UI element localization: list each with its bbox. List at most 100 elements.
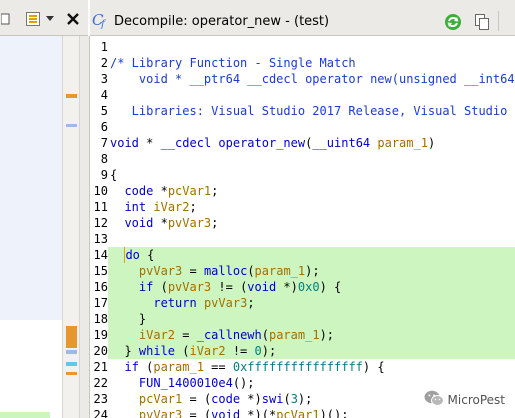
code-token[interactable]: ( — [139, 360, 153, 374]
code-line[interactable]: 12 void *pvVar3; — [90, 215, 515, 231]
code-token[interactable]: __cdecl — [161, 136, 212, 150]
close-icon[interactable] — [63, 8, 83, 30]
toolbar-overflow[interactable] — [498, 11, 515, 31]
code-token[interactable]: != ( — [211, 280, 247, 294]
code-token[interactable]: 3 — [291, 392, 298, 406]
code-token[interactable] — [197, 296, 204, 310]
code-token[interactable]: { — [140, 248, 154, 262]
code-token[interactable]: pvVar3 — [168, 216, 211, 230]
decompiler-code-view[interactable]: 1 2/* Library Function - Single Match 3 vo… — [90, 36, 515, 418]
code-token[interactable]: Libraries: Visual Studio 2017 Release, V… — [110, 104, 515, 118]
copy-icon[interactable] — [473, 11, 491, 33]
code-line[interactable]: 21 if (param_1 == 0xffffffffffffffff) { — [90, 359, 515, 375]
code-token[interactable]: 0xffffffffffffffff — [233, 360, 363, 374]
code-token[interactable]: * — [139, 136, 161, 150]
code-token[interactable]: ( — [262, 328, 269, 342]
code-line[interactable]: 22 FUN_1400010e4(); — [90, 375, 515, 391]
code-line[interactable]: 7 void * __cdecl operator_new(__uint64 pa… — [90, 135, 515, 151]
code-token[interactable] — [110, 296, 153, 310]
code-token[interactable]: } — [110, 312, 146, 326]
menu-icon[interactable] — [22, 8, 44, 30]
code-token[interactable]: ); — [320, 328, 334, 342]
code-token[interactable]: = — [175, 328, 197, 342]
code-line[interactable]: 5 Libraries: Visual Studio 2017 Release,… — [90, 103, 515, 119]
code-token[interactable]: if — [139, 280, 153, 294]
code-token[interactable] — [110, 328, 139, 342]
code-token[interactable]: * — [153, 184, 168, 198]
code-token[interactable]: swi — [262, 392, 284, 406]
code-token[interactable]: while — [139, 344, 175, 358]
code-token[interactable]: operator_new — [218, 136, 305, 150]
code-token[interactable]: pvVar3 — [168, 280, 211, 294]
code-token[interactable]: pvVar3 — [204, 296, 247, 310]
code-token[interactable]: iVar2 — [189, 344, 225, 358]
listing-overview-scrollbar[interactable] — [62, 36, 80, 418]
code-token[interactable]: * — [153, 216, 168, 230]
code-token[interactable]: } — [110, 344, 139, 358]
code-token[interactable]: ; — [247, 296, 254, 310]
code-token[interactable]: param_1 — [153, 360, 204, 374]
code-token[interactable]: { — [110, 168, 117, 182]
code-token[interactable]: ) { — [320, 280, 342, 294]
code-token[interactable]: void — [247, 280, 276, 294]
code-token[interactable]: code — [211, 392, 240, 406]
copy-icon[interactable] — [0, 8, 12, 30]
code-token[interactable]: pcVar1 — [168, 184, 211, 198]
code-token[interactable]: ) — [428, 136, 435, 150]
code-token[interactable] — [110, 248, 124, 262]
code-token[interactable]: ); — [305, 264, 319, 278]
code-line[interactable]: 15 pvVar3 = malloc(param_1); — [90, 263, 515, 279]
code-line[interactable]: 19 iVar2 = _callnewh(param_1); — [90, 327, 515, 343]
code-token[interactable]: ); — [298, 392, 312, 406]
code-token[interactable]: = ( — [182, 392, 211, 406]
code-line[interactable]: 16 if (pvVar3 != (void *)0x0) { — [90, 279, 515, 295]
code-token[interactable]: ( — [283, 392, 290, 406]
code-token[interactable] — [110, 408, 139, 418]
code-token[interactable]: void — [124, 216, 153, 230]
code-token[interactable] — [110, 392, 139, 406]
code-token[interactable]: return — [153, 296, 196, 310]
code-token[interactable]: param_1 — [255, 264, 306, 278]
code-line[interactable]: 18 } — [90, 311, 515, 327]
code-token[interactable]: pcVar1 — [276, 408, 319, 418]
code-line[interactable]: 20 } while (iVar2 != 0); — [90, 343, 515, 359]
code-token[interactable]: 0x0 — [298, 280, 320, 294]
code-token[interactable] — [110, 280, 139, 294]
code-token[interactable] — [110, 200, 124, 214]
code-token[interactable]: (); — [233, 376, 255, 390]
code-token[interactable]: *) — [276, 280, 297, 294]
code-token[interactable]: ; — [190, 200, 197, 214]
code-token[interactable]: pvVar3 — [139, 408, 182, 418]
code-line[interactable]: 9{ — [90, 167, 515, 183]
code-token[interactable]: malloc — [204, 264, 247, 278]
code-line[interactable]: 4 — [90, 87, 515, 103]
code-token[interactable]: pcVar1 — [139, 392, 182, 406]
code-token[interactable]: ; — [211, 216, 218, 230]
code-token[interactable]: != — [226, 344, 255, 358]
code-token[interactable]: _callnewh — [197, 328, 262, 342]
dropdown-icon[interactable] — [44, 8, 56, 30]
code-line[interactable]: 1 — [90, 39, 515, 55]
code-token[interactable]: ); — [262, 344, 276, 358]
code-line[interactable]: 6 — [90, 119, 515, 135]
code-line[interactable]: 10 code *pcVar1; — [90, 183, 515, 199]
code-token[interactable]: == — [204, 360, 233, 374]
code-line[interactable]: 3 void * __ptr64 __cdecl operator new(un… — [90, 71, 515, 87]
code-token[interactable]: int — [124, 200, 146, 214]
code-token[interactable]: code — [124, 184, 153, 198]
code-token[interactable]: = ( — [182, 408, 211, 418]
code-token[interactable]: *)(* — [240, 408, 276, 418]
panel-divider[interactable] — [80, 36, 90, 418]
code-line[interactable]: 8 — [90, 151, 515, 167]
code-token[interactable]: )(); — [320, 408, 349, 418]
code-token[interactable]: void — [211, 408, 240, 418]
code-token[interactable]: 0 — [255, 344, 262, 358]
code-token[interactable]: ( — [175, 344, 189, 358]
code-token[interactable] — [110, 216, 124, 230]
code-line[interactable]: 2/* Library Function - Single Match — [90, 55, 515, 71]
code-token[interactable] — [110, 360, 124, 374]
code-token[interactable]: param_1 — [269, 328, 320, 342]
code-token[interactable]: __uint64 — [312, 136, 370, 150]
code-token[interactable]: if — [124, 360, 138, 374]
code-line[interactable]: 13 — [90, 231, 515, 247]
